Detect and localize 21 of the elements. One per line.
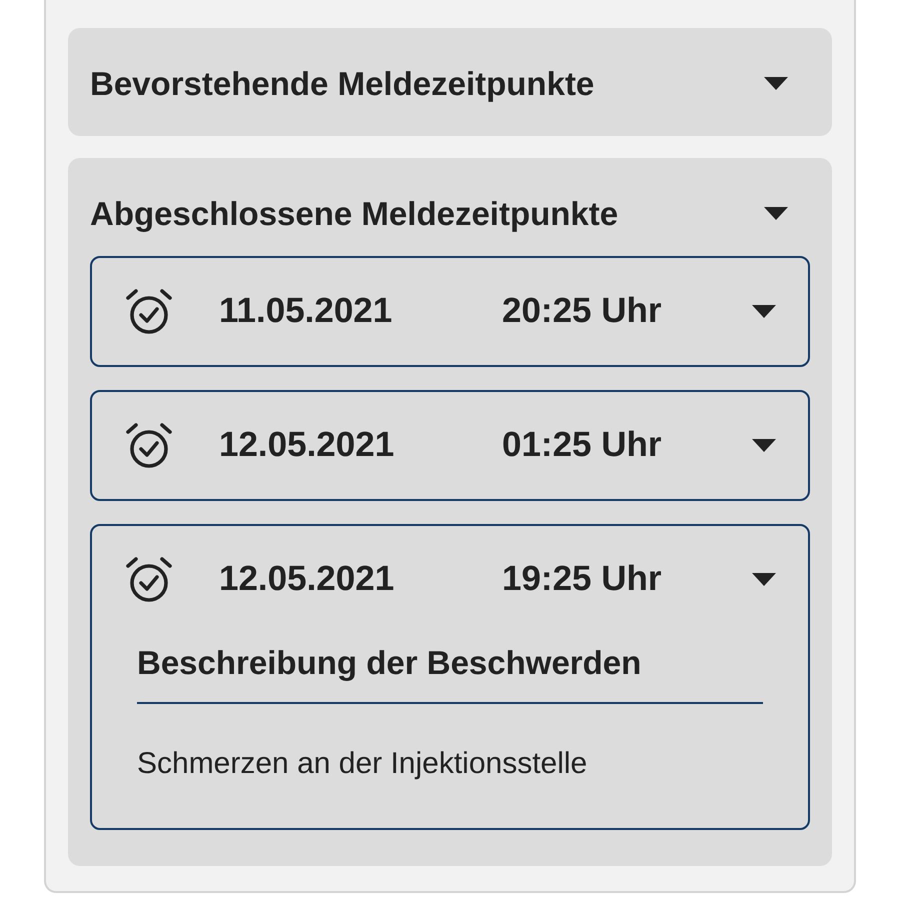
caret-icon[interactable] <box>764 77 788 91</box>
section-title[interactable]: Abgeschlossene Meldezeitpunkte <box>90 194 618 234</box>
details-text: Schmerzen an der Injektionsstelle <box>137 746 588 782</box>
section-title[interactable]: Bevorstehende Meldezeitpunkte <box>90 64 594 104</box>
entry-time: 19:25 Uhr <box>502 558 663 600</box>
caret-icon[interactable] <box>752 438 776 452</box>
alarm-clock-icon <box>124 286 174 336</box>
entry-date: 12.05.2021 <box>219 424 396 466</box>
alarm-clock-icon <box>124 554 174 604</box>
caret-icon[interactable] <box>752 572 776 586</box>
entry-date: 12.05.2021 <box>219 558 396 600</box>
entry-card[interactable]: 11.05.2021 20:25 Uhr <box>90 256 810 367</box>
entry-card[interactable]: 12.05.2021 01:25 Uhr <box>90 390 810 501</box>
alarm-clock-icon <box>124 420 174 470</box>
entry-time: 20:25 Uhr <box>502 290 663 332</box>
entry-time: 01:25 Uhr <box>502 424 663 466</box>
entry-date: 11.05.2021 <box>219 290 394 332</box>
caret-icon[interactable] <box>764 207 788 221</box>
caret-icon[interactable] <box>752 304 776 318</box>
details-heading: Beschreibung der Beschwerden <box>137 643 763 704</box>
entry-card[interactable]: 12.05.2021 19:25 Uhr Beschreibung der Beschwerden Schmerzen an der Injektionsstelle <box>90 524 810 830</box>
